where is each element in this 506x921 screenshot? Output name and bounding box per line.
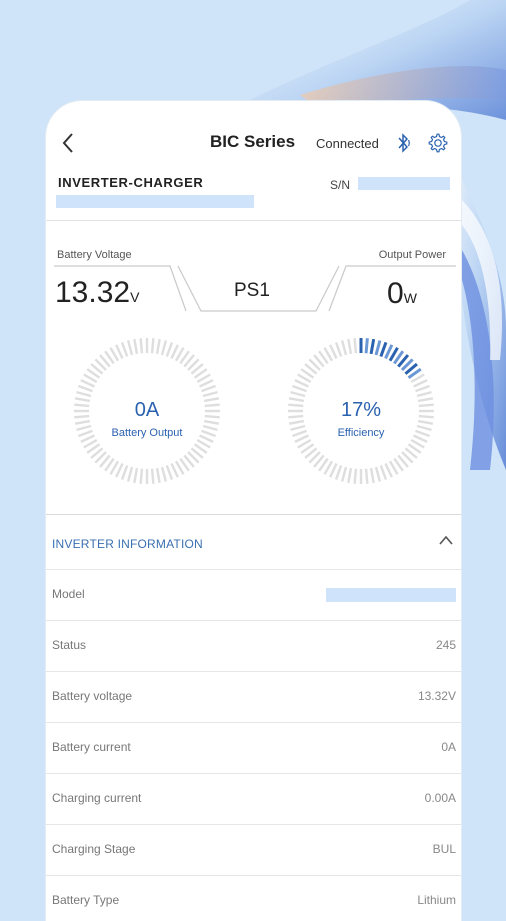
- device-id-redacted: [56, 195, 254, 208]
- battery-output-gauge-tick: [199, 379, 214, 388]
- info-key: Charging Stage: [52, 842, 136, 856]
- info-key: Battery Type: [52, 893, 120, 907]
- battery-output-gauge-tick: [165, 341, 174, 357]
- battery-output-gauge-tick: [77, 384, 93, 393]
- efficiency-gauge-tick: [294, 379, 309, 388]
- info-key: Battery voltage: [52, 689, 133, 703]
- efficiency-gauge-tick: [347, 467, 353, 484]
- divider: [46, 514, 461, 515]
- app-screen: BIC Series Connected INVERTER-CHARGER S/…: [46, 101, 461, 921]
- battery-output-gauge-tick: [139, 338, 144, 354]
- top-bar: BIC Series Connected: [46, 101, 461, 181]
- info-key: Model: [52, 587, 85, 601]
- efficiency-gauge-tick: [334, 465, 343, 481]
- info-row-charging-current: Charging current 0.00A: [46, 773, 461, 824]
- efficiency-gauge-tick: [340, 466, 348, 482]
- info-key: Status: [52, 638, 87, 652]
- info-row-status: Status 245: [46, 620, 461, 671]
- bluetooth-icon[interactable]: [395, 133, 411, 153]
- back-arrow-icon[interactable]: [60, 131, 76, 155]
- efficiency-label: Efficiency: [337, 427, 385, 439]
- battery-output-gauge-tick: [139, 468, 144, 484]
- battery-output-gauge-tick: [155, 338, 161, 355]
- info-value: 0.00A: [424, 791, 456, 805]
- battery-output-gauge-tick: [202, 390, 218, 398]
- info-value: 13.32V: [417, 689, 456, 703]
- battery-output-gauge-tick: [133, 467, 139, 484]
- page-title: BIC Series: [210, 132, 296, 151]
- battery-output-gauge-tick: [170, 344, 179, 359]
- serial-number-label: S/N: [330, 178, 351, 192]
- battery-output-gauge-tick: [160, 340, 168, 356]
- info-list: Model Status 245 Battery voltage 13.32V …: [46, 569, 461, 921]
- battery-output-gauge-tick: [76, 390, 92, 398]
- battery-output-gauge-tick: [201, 384, 217, 393]
- output-power-unit: W: [403, 290, 417, 306]
- efficiency-gauge-tick: [364, 338, 369, 354]
- info-row-battery-current: Battery current 0A: [46, 722, 461, 773]
- efficiency-gauge-tick: [291, 384, 307, 393]
- battery-voltage-unit: V: [130, 289, 140, 305]
- serial-number-redacted: [358, 177, 450, 190]
- battery-output-value: 0A: [134, 399, 160, 421]
- info-row-battery-voltage: Battery voltage 13.32V: [46, 671, 461, 722]
- battery-output-gauge-tick: [80, 379, 95, 388]
- efficiency-gauge-tick: [329, 344, 338, 359]
- efficiency-gauge-tick: [416, 390, 432, 398]
- battery-output-gauge-tick: [120, 341, 129, 357]
- mode-indicator: PS1: [234, 280, 270, 301]
- battery-voltage-label: Battery Voltage: [57, 249, 132, 261]
- chevron-up-icon[interactable]: [438, 534, 454, 546]
- info-value: 0A: [441, 740, 456, 754]
- info-value: Lithium: [417, 893, 456, 907]
- efficiency-gauge-tick: [290, 390, 306, 398]
- efficiency-gauge-tick: [374, 466, 382, 482]
- efficiency-gauge-tick: [379, 465, 388, 481]
- info-row-battery-type: Battery Type Lithium: [46, 875, 461, 921]
- info-value: BUL: [432, 842, 456, 856]
- battery-output-gauge-tick: [115, 344, 124, 359]
- battery-output-gauge-tick: [155, 467, 161, 484]
- battery-output-gauge-tick: [165, 465, 174, 481]
- battery-output-gauge-tick: [160, 466, 168, 482]
- efficiency-gauge-tick: [369, 467, 375, 484]
- info-key: Battery current: [52, 740, 131, 754]
- output-power-value: 0W: [387, 277, 417, 310]
- efficiency-gauge-tick: [347, 338, 353, 355]
- battery-output-gauge-tick: [170, 463, 179, 478]
- efficiency-gauge-tick: [384, 463, 393, 478]
- model-redacted: [326, 588, 456, 602]
- efficiency-gauge-tick: [415, 384, 431, 393]
- efficiency-gauge-tick: [329, 463, 338, 478]
- device-name: INVERTER-CHARGER: [58, 175, 204, 190]
- efficiency-gauge-tick: [340, 340, 348, 356]
- efficiency-gauge-tick: [364, 468, 369, 484]
- battery-output-gauge-tick: [126, 466, 134, 482]
- connection-status: Connected: [316, 136, 379, 151]
- info-row-charging-stage: Charging Stage BUL: [46, 824, 461, 875]
- battery-output-gauge-tick: [126, 340, 134, 356]
- efficiency-gauge-tick: [353, 468, 358, 484]
- efficiency-gauge-tick: [379, 341, 388, 358]
- gear-icon[interactable]: [427, 132, 449, 154]
- info-row-model: Model: [46, 569, 461, 620]
- info-key: Charging current: [52, 791, 142, 805]
- battery-output-gauge-tick: [150, 338, 155, 354]
- battery-output-gauge-tick: [133, 338, 139, 355]
- divider: [46, 220, 461, 221]
- efficiency-gauge-tick: [413, 379, 428, 388]
- battery-output-gauge-tick: [120, 465, 129, 481]
- efficiency-value: 17%: [340, 399, 382, 421]
- battery-output-label: Battery Output: [111, 427, 183, 439]
- efficiency-gauge-tick: [334, 341, 343, 357]
- output-power-label: Output Power: [378, 249, 446, 261]
- efficiency-gauge-tick: [369, 338, 376, 355]
- info-value: 245: [435, 638, 456, 652]
- battery-output-gauge-tick: [115, 463, 124, 478]
- efficiency-gauge-tick: [353, 338, 358, 354]
- battery-output-gauge-tick: [150, 468, 155, 484]
- battery-voltage-value: 13.32V: [55, 276, 140, 309]
- efficiency-gauge-tick: [374, 340, 382, 356]
- section-title[interactable]: INVERTER INFORMATION: [52, 537, 203, 551]
